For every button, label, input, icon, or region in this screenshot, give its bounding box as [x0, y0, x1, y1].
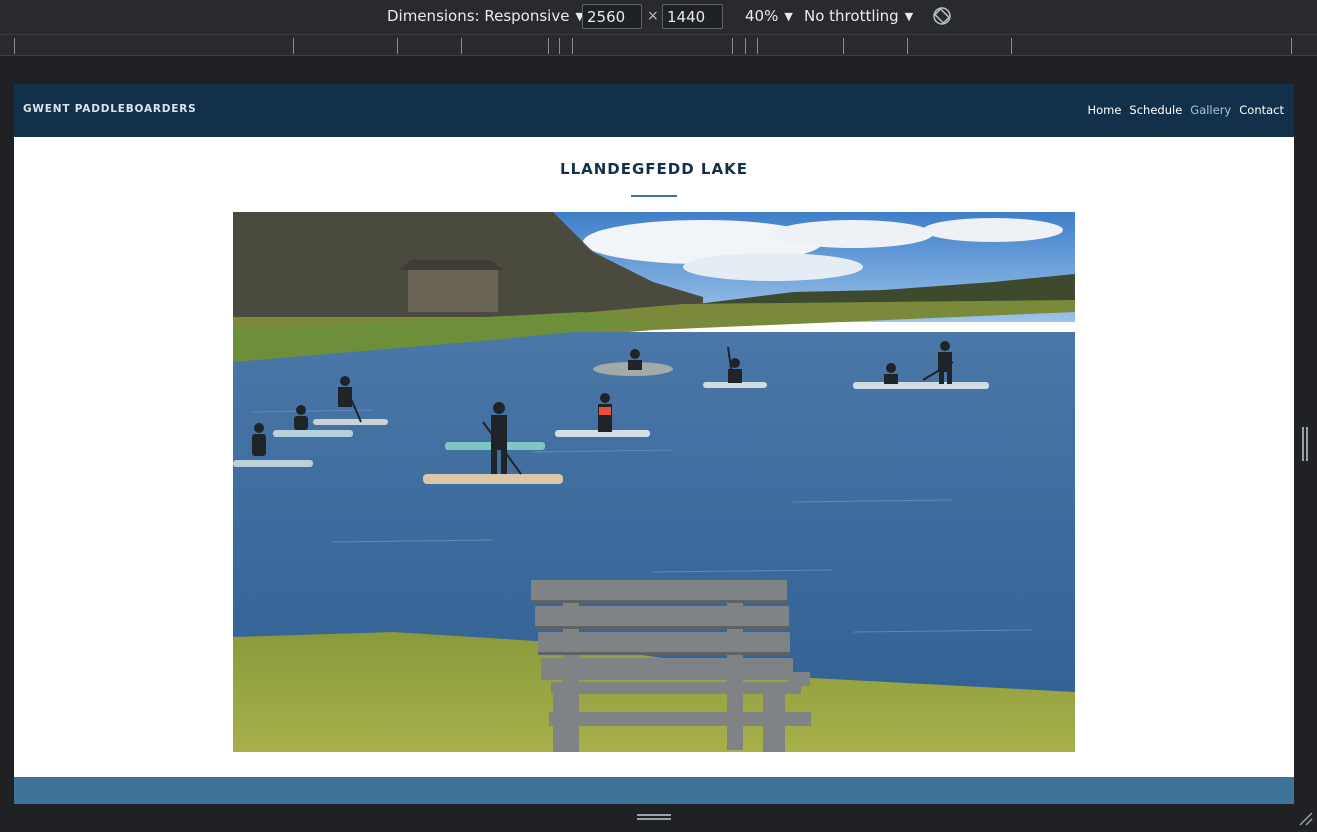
ruler-tick [907, 38, 908, 54]
dimensions-dropdown[interactable]: Dimensions: Responsive ▼ [387, 7, 584, 25]
ruler-tick [572, 38, 573, 54]
ruler-tick [397, 38, 398, 54]
nav-gallery[interactable]: Gallery [1190, 103, 1231, 117]
ruler-tick [1291, 38, 1292, 54]
ruler-tick [559, 38, 560, 54]
resize-corner-icon[interactable] [1297, 810, 1313, 826]
ruler-tick [732, 38, 733, 54]
ruler-tick [745, 38, 746, 54]
lake-photo [233, 212, 1075, 752]
main-nav: Home Schedule Gallery Contact [1087, 103, 1284, 117]
ruler-tick [14, 38, 15, 54]
media-query-ruler [0, 34, 1317, 56]
nav-schedule[interactable]: Schedule [1129, 103, 1182, 117]
zoom-label: 40% [745, 7, 779, 25]
rotate-icon[interactable] [932, 6, 952, 26]
chevron-down-icon: ▼ [904, 9, 914, 23]
height-input[interactable] [662, 4, 723, 29]
width-resize-handle[interactable] [1302, 427, 1308, 461]
ruler-tick [293, 38, 294, 54]
emulated-page: GWENT PADDLEBOARDERS Home Schedule Galle… [14, 84, 1294, 804]
height-resize-handle[interactable] [637, 814, 671, 820]
times-sign: × [647, 8, 659, 24]
site-footer [14, 777, 1294, 804]
ruler-tick [461, 38, 462, 54]
throttling-dropdown[interactable]: No throttling ▼ [804, 7, 913, 25]
ruler-tick [548, 38, 549, 54]
nav-home[interactable]: Home [1087, 103, 1121, 117]
page-title: LLANDEGFEDD LAKE [560, 160, 748, 178]
ruler-tick [757, 38, 758, 54]
title-underline [631, 195, 677, 197]
device-toolbar: Dimensions: Responsive ▼ × 40% ▼ No thro… [0, 0, 1317, 34]
width-input[interactable] [582, 4, 642, 29]
throttling-label: No throttling [804, 7, 899, 25]
chevron-down-icon: ▼ [784, 9, 793, 23]
ruler-tick [843, 38, 844, 54]
site-header: GWENT PADDLEBOARDERS Home Schedule Galle… [14, 84, 1294, 137]
site-brand[interactable]: GWENT PADDLEBOARDERS [23, 103, 197, 115]
dimensions-label: Dimensions: Responsive [387, 7, 570, 25]
ruler-tick [1011, 38, 1012, 54]
zoom-dropdown[interactable]: 40% ▼ [745, 7, 793, 25]
nav-contact[interactable]: Contact [1239, 103, 1284, 117]
